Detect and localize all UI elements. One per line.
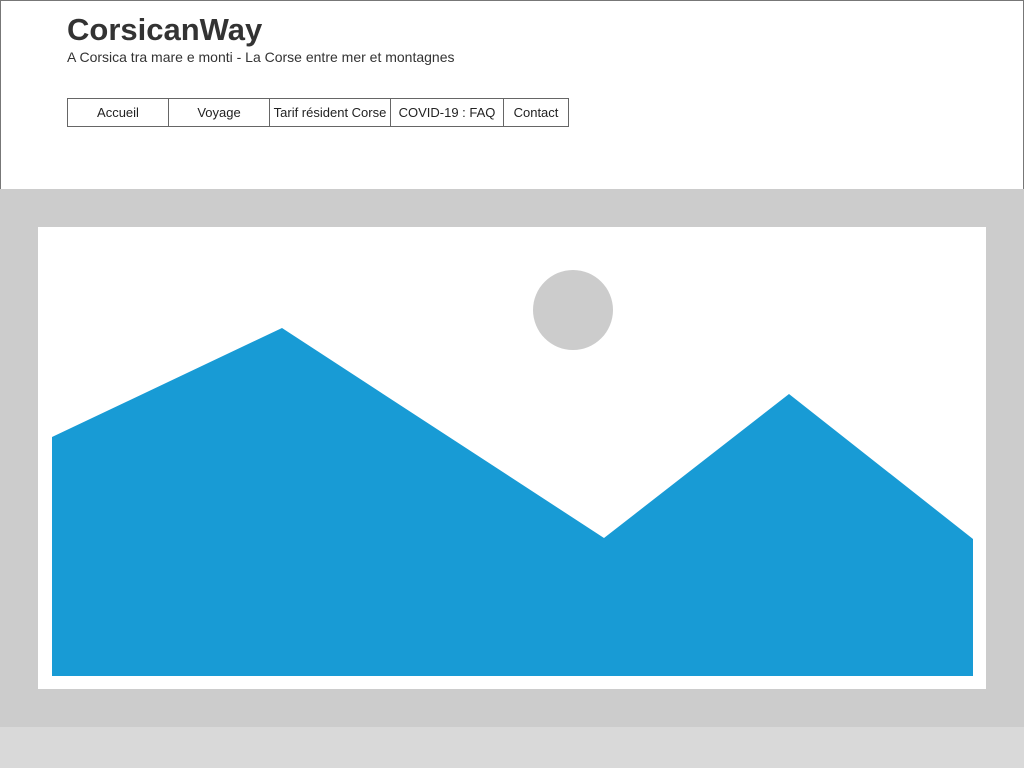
mountains-icon <box>52 328 973 676</box>
nav-item-accueil[interactable]: Accueil <box>68 99 169 126</box>
sun-icon <box>533 270 613 350</box>
image-placeholder-icon <box>52 270 973 676</box>
nav-item-voyage[interactable]: Voyage <box>169 99 270 126</box>
nav-item-contact[interactable]: Contact <box>504 99 568 126</box>
footer-strip <box>0 727 1024 768</box>
hero-image-frame <box>38 227 986 689</box>
hero-banner <box>0 189 1024 727</box>
main-nav: Accueil Voyage Tarif résident Corse COVI… <box>67 98 569 127</box>
site-title[interactable]: CorsicanWay <box>67 11 262 49</box>
site-tagline: A Corsica tra mare e monti - La Corse en… <box>67 49 455 65</box>
nav-item-covid-faq[interactable]: COVID-19 : FAQ <box>391 99 504 126</box>
site-header: CorsicanWay A Corsica tra mare e monti -… <box>0 0 1024 189</box>
nav-item-tarif-resident[interactable]: Tarif résident Corse <box>270 99 391 126</box>
